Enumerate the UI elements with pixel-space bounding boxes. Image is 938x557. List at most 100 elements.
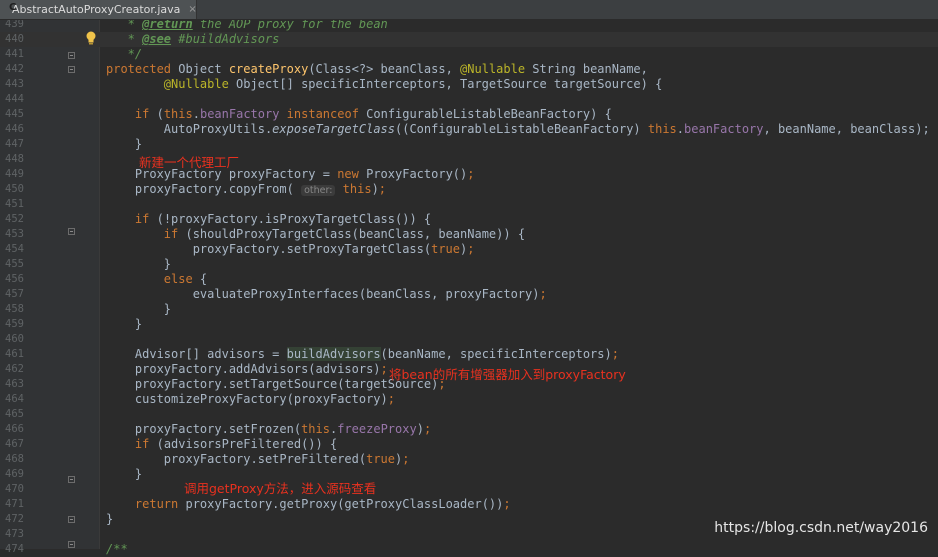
- code-token: .: [676, 122, 685, 136]
- code-token: @Nullable: [460, 62, 533, 76]
- code-token: ConfigurableListableBeanFactory) {: [366, 107, 612, 121]
- code-text: if (this.beanFactory instanceof Configur…: [106, 107, 612, 122]
- line-number: 464: [5, 393, 24, 405]
- code-token: ;: [380, 362, 388, 376]
- code-token: this: [163, 107, 193, 121]
- code-line[interactable]: 471 return proxyFactory.getProxy(getProx…: [0, 497, 938, 512]
- code-line[interactable]: 460: [0, 332, 938, 347]
- parameter-hint: other:: [301, 185, 336, 196]
- line-number: 466: [5, 423, 24, 435]
- code-token: }: [106, 512, 114, 526]
- code-line[interactable]: 440 * @see #buildAdvisors: [0, 32, 938, 47]
- code-text: }: [106, 257, 171, 272]
- code-token: customizeProxyFactory(proxyFactory): [106, 392, 388, 406]
- code-line[interactable]: 446 AutoProxyUtils.exposeTargetClass((Co…: [0, 122, 938, 137]
- fold-icon[interactable]: [68, 66, 75, 73]
- code-line[interactable]: 452 if (!proxyFactory.isProxyTargetClass…: [0, 212, 938, 227]
- code-line[interactable]: 469 }: [0, 467, 938, 482]
- code-token: ;: [467, 242, 475, 256]
- fold-icon[interactable]: [68, 516, 75, 523]
- code-token: evaluateProxyInterfaces(beanClass, proxy…: [106, 287, 540, 301]
- code-line[interactable]: 458 }: [0, 302, 938, 317]
- code-token: }: [106, 302, 172, 316]
- annotation-note: 调用getProxy方法，进入源码查看: [184, 481, 377, 496]
- code-line[interactable]: 456 else {: [0, 272, 938, 287]
- code-text: customizeProxyFactory(proxyFactory);: [106, 392, 395, 407]
- code-line[interactable]: 465: [0, 407, 938, 422]
- code-text: return proxyFactory.getProxy(getProxyCla…: [106, 497, 511, 512]
- code-line[interactable]: 447 }: [0, 137, 938, 152]
- code-token: ;: [611, 347, 619, 361]
- code-line[interactable]: 455 }: [0, 257, 938, 272]
- code-text: * @see #buildAdvisors: [106, 32, 280, 47]
- code-line[interactable]: 443 @Nullable Object[] specificIntercept…: [0, 77, 938, 92]
- code-line[interactable]: 453 if (shouldProxyTargetClass(beanClass…: [0, 227, 938, 242]
- code-text: }: [106, 467, 142, 482]
- line-number: 446: [5, 123, 24, 135]
- code-token: ;: [539, 287, 547, 301]
- code-line[interactable]: 450 proxyFactory.copyFrom( other: this);: [0, 182, 938, 197]
- lightbulb-icon[interactable]: [85, 31, 97, 45]
- annotation-note: 将bean的所有增强器加入到proxyFactory: [389, 367, 626, 382]
- code-text: proxyFactory.addAdvisors(advisors);: [106, 362, 388, 377]
- code-line[interactable]: 444: [0, 92, 938, 107]
- code-text: /**: [106, 542, 128, 557]
- code-token: ): [416, 422, 424, 436]
- code-token: proxyFactory.copyFrom(: [106, 182, 302, 196]
- code-token: @Nullable: [163, 77, 237, 91]
- code-text: }: [106, 302, 171, 317]
- code-line[interactable]: 461 Advisor[] advisors = buildAdvisors(b…: [0, 347, 938, 362]
- line-number: 467: [5, 438, 24, 450]
- code-text: Advisor[] advisors = buildAdvisors(beanN…: [106, 347, 619, 362]
- fold-icon[interactable]: [68, 541, 75, 548]
- code-token: Object: [178, 62, 229, 76]
- line-number: 450: [5, 183, 24, 195]
- code-line[interactable]: 474 /**: [0, 542, 938, 557]
- line-number: 469: [5, 468, 24, 480]
- line-number: 465: [5, 408, 24, 420]
- code-token: this: [301, 422, 330, 436]
- code-text: proxyFactory.setPreFiltered(true);: [106, 452, 410, 467]
- line-number: 456: [5, 273, 24, 285]
- fold-icon[interactable]: [68, 52, 75, 59]
- code-token: , beanName, beanClass);: [763, 122, 930, 136]
- editor-tab[interactable]: AbstractAutoProxyCreator.java ×: [0, 0, 197, 19]
- code-token: ;: [467, 167, 475, 181]
- code-token: beanFactory: [199, 107, 287, 121]
- code-token: }: [106, 467, 143, 481]
- code-line[interactable]: 470: [0, 482, 938, 497]
- fold-icon[interactable]: [68, 476, 75, 483]
- code-line[interactable]: 464 customizeProxyFactory(proxyFactory);: [0, 392, 938, 407]
- code-line[interactable]: 454 proxyFactory.setProxyTargetClass(tru…: [0, 242, 938, 257]
- annotation-note: 新建一个代理工厂: [139, 155, 240, 170]
- code-line[interactable]: 457 evaluateProxyInterfaces(beanClass, p…: [0, 287, 938, 302]
- code-token: String beanName,: [532, 62, 648, 76]
- code-token: else: [163, 272, 200, 286]
- tab-filename: AbstractAutoProxyCreator.java: [12, 3, 181, 16]
- code-line[interactable]: 441 */: [0, 47, 938, 62]
- fold-icon[interactable]: [68, 228, 75, 235]
- code-line[interactable]: 466 proxyFactory.setFrozen(this.freezePr…: [0, 422, 938, 437]
- code-token: proxyFactory.getProxy(getProxyClassLoade…: [185, 497, 504, 511]
- code-line[interactable]: 445 if (this.beanFactory instanceof Conf…: [0, 107, 938, 122]
- code-token: }: [106, 317, 143, 331]
- close-tab-icon[interactable]: ×: [188, 4, 196, 15]
- code-line[interactable]: 467 if (advisorsPreFiltered()) {: [0, 437, 938, 452]
- code-line[interactable]: 459 }: [0, 317, 938, 332]
- code-token: beanFactory: [684, 122, 764, 136]
- code-token: true: [431, 242, 461, 256]
- code-line[interactable]: 468 proxyFactory.setPreFiltered(true);: [0, 452, 938, 467]
- code-token: if: [134, 107, 157, 121]
- line-number: 451: [5, 198, 24, 210]
- code-token: (Class<?> beanClass,: [308, 62, 461, 76]
- line-number: 472: [5, 513, 24, 525]
- code-line[interactable]: 451: [0, 197, 938, 212]
- code-token: (shouldProxyTargetClass(beanClass, beanN…: [185, 227, 526, 241]
- code-line[interactable]: 442 protected Object createProxy(Class<?>…: [0, 62, 938, 77]
- line-number: 448: [5, 153, 24, 165]
- line-number: 444: [5, 93, 24, 105]
- code-token: buildAdvisors: [286, 347, 381, 361]
